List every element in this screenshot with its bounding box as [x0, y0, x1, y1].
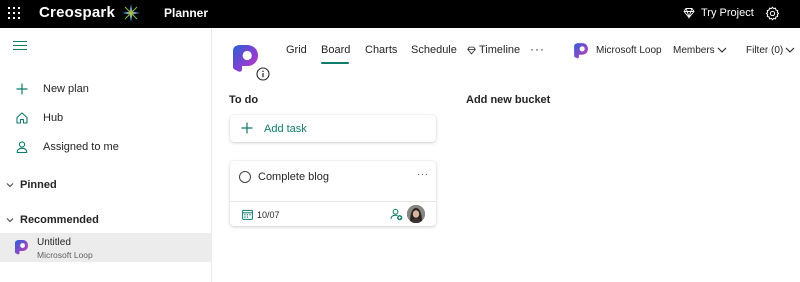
- sidebar-item-label: Hub: [43, 112, 64, 124]
- card-divider: [230, 201, 436, 202]
- section-pinned[interactable]: Pinned: [0, 176, 212, 196]
- sidebar-item-assigned-to-me[interactable]: Assigned to me: [0, 134, 212, 160]
- top-bar: Creospark Planner Try Project: [0, 0, 800, 28]
- plus-icon: [16, 83, 28, 95]
- sidebar-item-hub[interactable]: Hub: [0, 105, 212, 131]
- loop-logo-icon: [15, 240, 28, 255]
- chevron-down-icon[interactable]: [785, 46, 795, 54]
- task-due-date[interactable]: 10/07: [257, 210, 280, 220]
- info-icon[interactable]: [256, 67, 270, 81]
- task-more-button[interactable]: ···: [417, 169, 429, 180]
- chevron-down-icon: [6, 218, 14, 223]
- loop-logo-icon[interactable]: [572, 42, 589, 59]
- tab-board[interactable]: Board: [321, 44, 350, 64]
- tab-grid[interactable]: Grid: [286, 44, 307, 64]
- tab-charts[interactable]: Charts: [365, 44, 397, 64]
- home-icon: [16, 112, 28, 124]
- section-title: Pinned: [20, 179, 57, 191]
- sidebar-item-label: Assigned to me: [43, 141, 119, 153]
- try-project-button[interactable]: Try Project: [683, 6, 754, 20]
- tab-timeline-label: Timeline: [479, 44, 521, 56]
- person-icon: [16, 141, 28, 154]
- more-tabs-button[interactable]: ···: [530, 42, 545, 56]
- recommended-plan-item[interactable]: Untitled Microsoft Loop: [0, 233, 211, 262]
- sidebar-item-label: New plan: [43, 83, 89, 95]
- try-project-label: Try Project: [701, 7, 754, 19]
- bucket-title[interactable]: To do: [229, 94, 258, 106]
- sidebar: New plan Hub Assigned to me Pinned Recom…: [0, 28, 212, 282]
- plan-subtitle: Microsoft Loop: [37, 250, 93, 260]
- loop-link[interactable]: Microsoft Loop: [596, 45, 662, 56]
- plus-icon: [241, 122, 253, 134]
- filter-button[interactable]: Filter (0): [746, 45, 783, 56]
- task-complete-checkbox[interactable]: [239, 171, 251, 183]
- diamond-icon: [467, 46, 476, 55]
- section-recommended[interactable]: Recommended: [0, 211, 212, 231]
- plan-title: Untitled: [37, 237, 71, 248]
- sidebar-item-new-plan[interactable]: New plan: [0, 76, 212, 102]
- calendar-icon: [242, 209, 253, 220]
- chevron-down-icon[interactable]: [717, 46, 727, 54]
- active-tab-indicator: [321, 62, 349, 64]
- task-card[interactable]: Complete blog ··· 10/07: [230, 161, 436, 226]
- tab-timeline[interactable]: Timeline: [467, 44, 520, 64]
- section-title: Recommended: [20, 214, 99, 226]
- app-name[interactable]: Planner: [164, 6, 208, 20]
- chevron-down-icon: [6, 183, 14, 188]
- assign-person-icon[interactable]: [390, 208, 403, 221]
- tab-schedule[interactable]: Schedule: [411, 44, 457, 64]
- add-task-label: Add task: [264, 123, 307, 135]
- hamburger-menu-icon[interactable]: [13, 41, 27, 51]
- brand-name[interactable]: Creospark: [39, 4, 115, 21]
- add-bucket-button[interactable]: Add new bucket: [466, 94, 550, 106]
- task-title[interactable]: Complete blog: [258, 171, 329, 183]
- members-button[interactable]: Members: [673, 45, 715, 56]
- avatar-image: [407, 205, 425, 223]
- avatar[interactable]: [407, 205, 425, 223]
- gear-icon[interactable]: [765, 6, 780, 21]
- app-launcher-icon[interactable]: [8, 7, 20, 19]
- diamond-icon: [683, 8, 695, 19]
- add-task-button[interactable]: Add task: [230, 115, 436, 142]
- brand-star-icon: [122, 4, 140, 22]
